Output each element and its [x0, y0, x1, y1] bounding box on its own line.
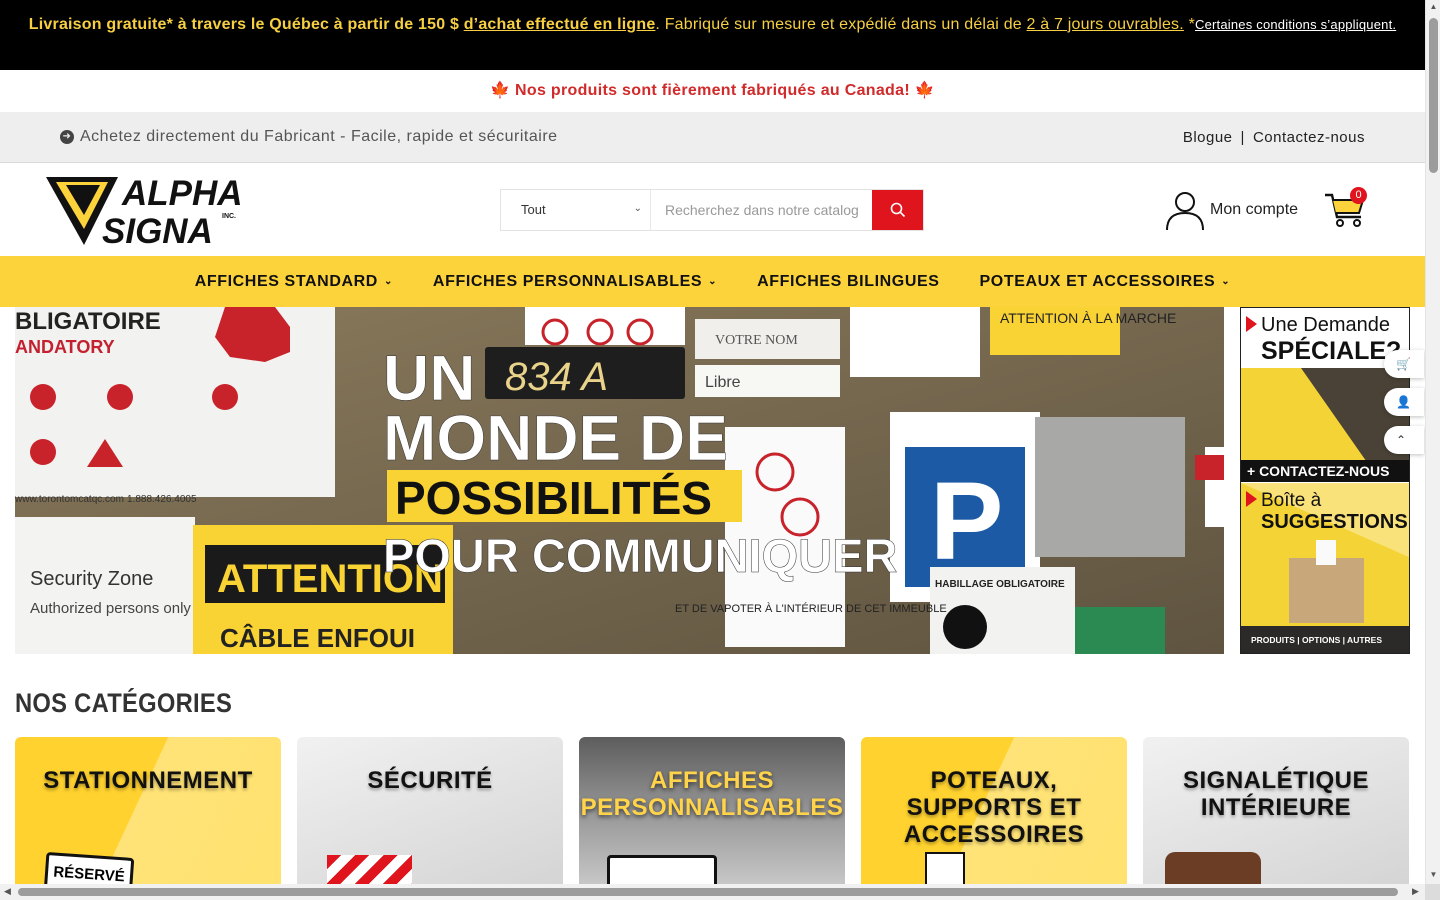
search-category-value: Tout — [521, 202, 546, 217]
chevron-up-icon: ⌃ — [1396, 433, 1407, 447]
bg-security-zone: Security Zone — [30, 568, 153, 590]
site-header: ALPHA SIGNA INC. Tout ⌄ Mo — [0, 163, 1425, 256]
category-label: POTEAUX, SUPPORTS ET ACCESSOIRES — [903, 767, 1085, 848]
search-bar: Tout ⌄ — [500, 189, 924, 231]
bg-immeuble: ET DE VAPOTER À L'INTÉRIEUR DE CET IMMEU… — [675, 602, 947, 615]
category-card-signaletique[interactable]: SIGNALÉTIQUE INTÉRIEURE — [1143, 737, 1409, 897]
nav-label: AFFICHES PERSONNALISABLES — [432, 272, 703, 290]
user-icon — [1166, 192, 1204, 231]
chevron-down-icon: ⌄ — [633, 203, 642, 214]
category-card-personnalisables[interactable]: AFFICHES PERSONNALISABLES — [579, 737, 845, 897]
nav-label: AFFICHES STANDARD — [194, 272, 378, 290]
contact-link[interactable]: Contactez-nous — [1253, 129, 1365, 146]
bg-obligatoire: BLIGATOIRE — [15, 308, 161, 335]
promo-text-2: . Fabriqué sur mesure et expédié dans un… — [655, 16, 1027, 33]
scroll-left-icon[interactable]: ◀ — [4, 886, 11, 897]
account-link[interactable]: Mon compte — [1164, 189, 1298, 231]
logo-inc: INC. — [222, 213, 236, 220]
blog-link[interactable]: Blogue — [1183, 129, 1233, 146]
chevron-down-icon: ⌄ — [708, 276, 718, 287]
arrow-circle-icon: ➜ — [60, 130, 74, 144]
ad-boite-line2: SUGGESTIONS — [1261, 511, 1408, 533]
categories-title: NOS CATÉGORIES — [15, 688, 233, 718]
float-cart-button[interactable]: 🛒 — [1384, 350, 1424, 378]
ad-footer: PRODUITS | OPTIONS | AUTRES — [1251, 635, 1382, 645]
back-to-top-button[interactable]: ⌃ — [1384, 426, 1424, 454]
bg-attention-marche: ATTENTION À LA MARCHE — [1000, 310, 1176, 326]
utility-bar: ➜ Achetez directement du Fabricant - Fac… — [0, 112, 1425, 163]
user-icon: 👤 — [1396, 395, 1411, 409]
search-input[interactable] — [651, 190, 872, 230]
nav-item-poteaux[interactable]: POTEAUX ET ACCESSOIRES ⌄ — [960, 273, 1251, 291]
vertical-scrollbar[interactable]: ▲ ▼ — [1425, 0, 1440, 900]
chevron-down-icon: ⌄ — [1221, 276, 1231, 287]
tagline-text: Achetez directement du Fabricant - Facil… — [80, 128, 558, 145]
category-list: STATIONNEMENT RÉSERVÉ SÉCURITÉ AFFICHES … — [15, 737, 1410, 897]
nav-label: POTEAUX ET ACCESSOIRES — [979, 272, 1216, 290]
main-nav: AFFICHES STANDARD ⌄ AFFICHES PERSONNALISA… — [0, 256, 1425, 307]
hero-line4: POUR COMMUNIQUER — [383, 529, 897, 582]
promo-text-3: * — [1183, 16, 1195, 33]
bg-cable: CÂBLE ENFOUI — [220, 623, 415, 653]
tagline: ➜ Achetez directement du Fabricant - Fac… — [60, 128, 558, 146]
bg-phone: 1.888.426.4005 — [127, 494, 197, 505]
bg-libre: Libre — [705, 374, 741, 391]
cart-count-badge: 0 — [1350, 187, 1367, 204]
search-button[interactable] — [872, 190, 923, 230]
ad-demande-line2: SPÉCIALE? — [1261, 336, 1401, 365]
vertical-scroll-thumb[interactable] — [1429, 18, 1438, 173]
category-label: AFFICHES PERSONNALISABLES — [580, 767, 844, 821]
promo-bar: Livraison gratuite* à travers le Québec … — [0, 0, 1425, 70]
promo-link-online[interactable]: d’achat effectué en ligne — [464, 16, 656, 33]
logo-line1: ALPHA — [121, 174, 243, 213]
promo-link-delay[interactable]: 2 à 7 jours ouvrables. — [1027, 16, 1184, 33]
hero-banner[interactable]: BLIGATOIRE ANDATORY www.torontomcatqc.co… — [15, 307, 1224, 654]
bg-plate: 834 A — [505, 355, 608, 399]
category-label: SIGNALÉTIQUE INTÉRIEURE — [1182, 767, 1369, 821]
bg-votre-nom: VOTRE NOM — [715, 333, 798, 348]
promo-text-1: Livraison gratuite* à travers le Québec … — [28, 16, 464, 33]
search-category-select[interactable]: Tout ⌄ — [501, 190, 651, 230]
account-label: Mon compte — [1210, 201, 1299, 218]
horizontal-scroll-thumb[interactable] — [18, 888, 1398, 896]
cart-button[interactable]: 0 — [1323, 185, 1369, 231]
category-label: STATIONNEMENT — [43, 767, 253, 794]
search-icon — [890, 202, 905, 218]
utility-links: Blogue | Contactez-nous — [1183, 129, 1365, 146]
hero-line3: POSSIBILITÉS — [395, 472, 712, 524]
bg-p: P — [930, 460, 1003, 583]
ad-contact-cta[interactable]: + CONTACTEZ-NOUS — [1247, 463, 1389, 479]
scrollbar-corner — [1425, 884, 1440, 900]
nav-item-bilingues[interactable]: AFFICHES BILINGUES — [737, 273, 959, 291]
category-card-securite[interactable]: SÉCURITÉ — [297, 737, 563, 897]
ad-demande-line1: Une Demande — [1261, 314, 1390, 336]
chevron-down-icon: ⌄ — [383, 276, 393, 287]
scroll-right-icon[interactable]: ▶ — [1412, 886, 1419, 897]
canada-banner: 🍁 Nos produits sont fièrement fabriqués … — [490, 82, 935, 99]
floating-actions: 🛒 👤 ⌃ — [1384, 350, 1424, 454]
hero-line2: MONDE DE — [383, 402, 728, 474]
bg-url: www.torontomcatqc.com — [15, 494, 124, 505]
nav-item-personnalisables[interactable]: AFFICHES PERSONNALISABLES ⌄ — [413, 273, 737, 291]
category-card-poteaux[interactable]: POTEAUX, SUPPORTS ET ACCESSOIRES — [861, 737, 1127, 897]
logo-line2: SIGNA — [102, 212, 213, 247]
bg-habillage: HABILLAGE OBLIGATOIRE — [935, 579, 1065, 590]
category-card-stationnement[interactable]: STATIONNEMENT RÉSERVÉ — [15, 737, 281, 897]
horizontal-scrollbar[interactable]: ◀ ▶ — [0, 884, 1425, 900]
scroll-up-icon[interactable]: ▲ — [1426, 2, 1440, 11]
ad-boite-line1: Boîte à — [1261, 490, 1322, 511]
float-account-button[interactable]: 👤 — [1384, 388, 1424, 416]
promo-conditions-link[interactable]: Certaines conditions s’appliquent. — [1195, 17, 1396, 32]
page: Livraison gratuite* à travers le Québec … — [0, 0, 1440, 900]
category-label: SÉCURITÉ — [367, 767, 493, 794]
bg-mandatory: ANDATORY — [15, 337, 115, 357]
nav-item-standard[interactable]: AFFICHES STANDARD ⌄ — [175, 273, 413, 291]
nav-label: AFFICHES BILINGUES — [757, 272, 940, 290]
utility-separator: | — [1240, 129, 1245, 146]
scroll-down-icon[interactable]: ▼ — [1426, 870, 1440, 879]
bg-authorized: Authorized persons only — [30, 600, 191, 617]
alpha-signa-logo[interactable]: ALPHA SIGNA INC. — [44, 171, 250, 251]
cart-icon: 🛒 — [1396, 357, 1411, 371]
